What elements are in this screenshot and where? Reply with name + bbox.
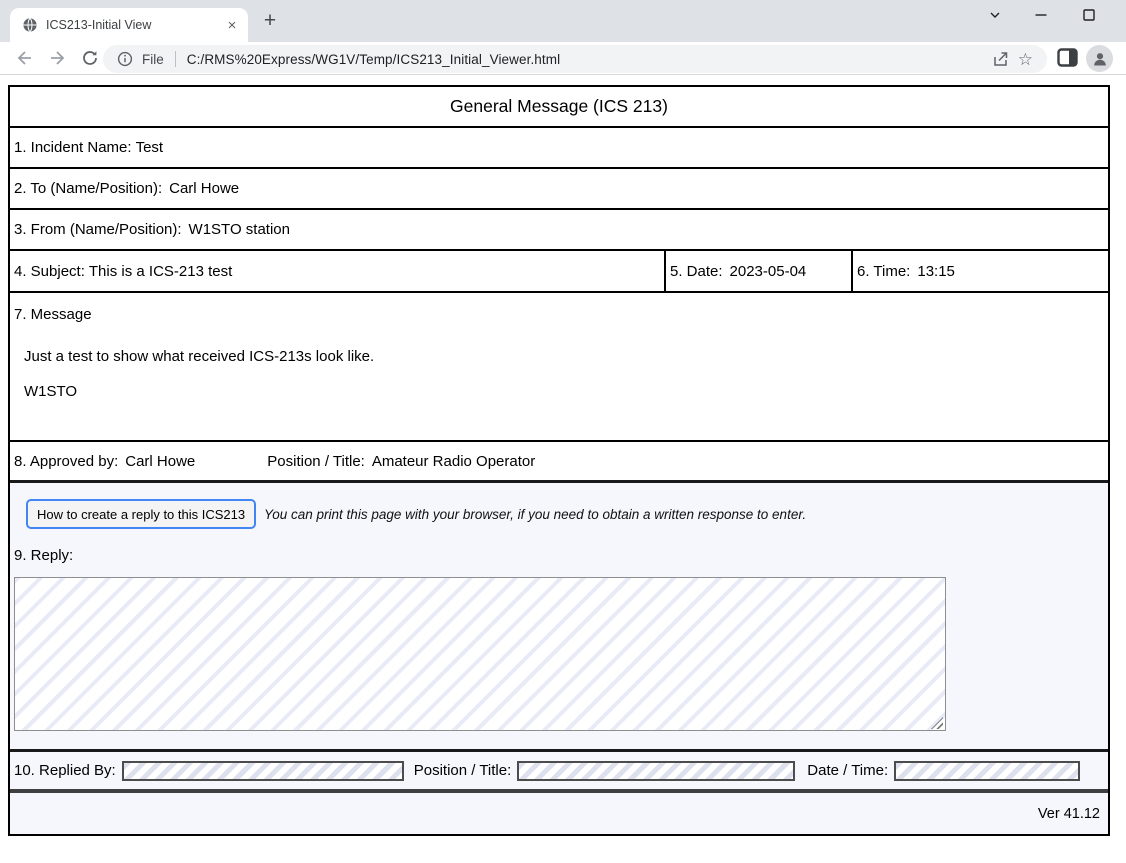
subject-label: 4. Subject:: [14, 263, 85, 280]
page-content: General Message (ICS 213) 1. Incident Na…: [0, 75, 1126, 863]
tab-close-button[interactable]: ×: [224, 18, 240, 33]
profile-button[interactable]: [1086, 45, 1113, 72]
forward-arrow-icon: [48, 48, 68, 68]
approved-by-row: 8. Approved by: Carl Howe Position / Tit…: [10, 442, 1108, 483]
subject-value: This is a ICS-213 test: [89, 263, 232, 280]
date-value: 2023-05-04: [730, 263, 807, 280]
version-text: Ver 41.12: [1038, 806, 1100, 822]
from-row: 3. From (Name/Position): W1STO station: [10, 210, 1108, 251]
incident-name-value: Test: [136, 139, 164, 156]
date-cell: 5. Date: 2023-05-04: [666, 251, 853, 291]
tab-strip: ICS213-Initial View × +: [0, 0, 1126, 42]
bookmark-button[interactable]: ☆: [1018, 51, 1033, 68]
message-label: 7. Message: [14, 306, 1104, 323]
replied-position-label: Position / Title:: [414, 762, 512, 779]
approved-position-label: Position / Title:: [267, 453, 365, 470]
replied-position-input[interactable]: [517, 761, 795, 781]
share-icon: [991, 50, 1010, 69]
time-cell: 6. Time: 13:15: [853, 251, 1108, 291]
approved-by-label: 8. Approved by:: [14, 453, 118, 470]
avatar-icon: [1091, 50, 1109, 68]
replied-by-input[interactable]: [122, 761, 404, 781]
reply-textarea[interactable]: [14, 577, 946, 731]
to-row: 2. To (Name/Position): Carl Howe: [10, 169, 1108, 210]
from-value: W1STO station: [189, 221, 290, 238]
share-button[interactable]: [991, 50, 1010, 69]
time-label: 6. Time:: [857, 263, 910, 280]
address-bar[interactable]: File C:/RMS%20Express/WG1V/Temp/ICS213_I…: [103, 45, 1047, 73]
url-scheme-label: File: [142, 52, 164, 67]
back-button[interactable]: [12, 46, 36, 70]
back-arrow-icon: [14, 48, 34, 68]
approved-position-value: Amateur Radio Operator: [372, 453, 535, 470]
chevron-down-icon: [987, 7, 1003, 23]
replied-datetime-input[interactable]: [894, 761, 1080, 781]
message-signature: W1STO: [24, 383, 1104, 400]
subject-date-time-row: 4. Subject: This is a ICS-213 test 5. Da…: [10, 251, 1108, 293]
message-section: 7. Message Just a test to show what rece…: [10, 293, 1108, 442]
side-panel-icon: [1057, 48, 1078, 67]
reload-icon: [81, 49, 99, 67]
reload-button[interactable]: [78, 46, 102, 70]
maximize-icon: [1081, 7, 1097, 23]
replied-by-label: 10. Replied By:: [14, 762, 116, 779]
info-icon[interactable]: [117, 51, 133, 67]
time-value: 13:15: [917, 263, 955, 280]
reply-help-button[interactable]: How to create a reply to this ICS213: [26, 499, 256, 529]
to-value: Carl Howe: [169, 180, 239, 197]
form-title: General Message (ICS 213): [10, 87, 1108, 128]
incident-name-row: 1. Incident Name: Test: [10, 128, 1108, 169]
reply-section: How to create a reply to this ICS213 You…: [10, 483, 1108, 752]
globe-icon: [22, 17, 38, 33]
to-label: 2. To (Name/Position):: [14, 180, 162, 197]
subject-cell: 4. Subject: This is a ICS-213 test: [10, 251, 666, 291]
minimize-icon: [1033, 7, 1049, 23]
tab-title: ICS213-Initial View: [46, 18, 224, 32]
maximize-button[interactable]: [1074, 2, 1104, 28]
approved-by-value: Carl Howe: [125, 453, 195, 470]
version-row: Ver 41.12: [10, 793, 1108, 834]
new-tab-button[interactable]: +: [258, 9, 282, 33]
side-panel-button[interactable]: [1057, 48, 1078, 67]
from-label: 3. From (Name/Position):: [14, 221, 182, 238]
omnibox-divider: [175, 51, 176, 67]
browser-tab[interactable]: ICS213-Initial View ×: [10, 8, 248, 42]
incident-name-label: 1. Incident Name:: [14, 139, 132, 156]
reply-label: 9. Reply:: [14, 547, 73, 564]
forward-button[interactable]: [46, 46, 70, 70]
print-note: You can print this page with your browse…: [264, 507, 806, 522]
url-text[interactable]: C:/RMS%20Express/WG1V/Temp/ICS213_Initia…: [187, 52, 560, 67]
minimize-button[interactable]: [1026, 2, 1056, 28]
replied-datetime-label: Date / Time:: [807, 762, 888, 779]
date-label: 5. Date:: [670, 263, 723, 280]
ics213-form: General Message (ICS 213) 1. Incident Na…: [8, 85, 1110, 836]
window-chevron-button[interactable]: [980, 2, 1010, 28]
message-line: Just a test to show what received ICS-21…: [24, 348, 1104, 365]
replied-by-row: 10. Replied By: Position / Title: Date /…: [10, 752, 1108, 793]
